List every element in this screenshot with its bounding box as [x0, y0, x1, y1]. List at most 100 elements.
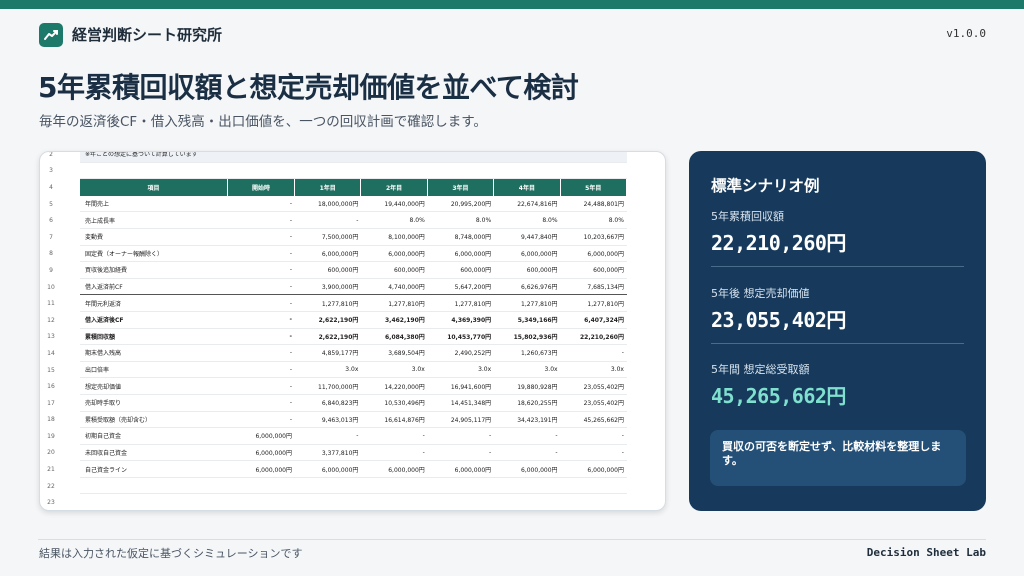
table-cell: 3,689,504円	[361, 345, 428, 362]
metric-total-value: 45,265,662円	[711, 384, 846, 408]
table-row: 8 固定費（オーナー報酬除く） -6,000,000円 6,000,000円 6,000…	[49, 246, 627, 263]
table-row: 12 借入返済後CF -2,622,190円 3,462,190円 4,369,390円…	[47, 312, 627, 329]
row-number: 10	[47, 283, 55, 291]
table-row: 10 借入返済前CF -3,900,000円 4,740,000円 5,647,200円…	[47, 279, 627, 296]
version-label: v1.0.0	[946, 27, 986, 40]
table-cell: 変動費	[80, 229, 228, 246]
table-cell: 期末借入残高	[80, 345, 228, 362]
table-row: 9 買収後追加経費 -600,000円 600,000円 600,000円 600,000…	[49, 262, 627, 279]
table-cell: 23,055,402円	[560, 395, 627, 412]
table-cell: 19,440,000円	[361, 196, 428, 213]
table-cell	[80, 163, 228, 180]
table-cell: 34,423,191円	[494, 412, 561, 429]
table-cell: 10,453,770円	[427, 329, 495, 346]
row-number: 4	[49, 183, 53, 191]
table-cell: -	[361, 445, 428, 462]
table-cell: 売却時手取り	[80, 395, 228, 412]
table-cell: 23,055,402円	[560, 378, 627, 395]
table-cell: -	[228, 412, 295, 429]
table-cell	[560, 152, 627, 163]
table-cell: 売上成長率	[80, 212, 228, 229]
table-cell: -	[494, 428, 561, 445]
table-cell: 20,995,200円	[427, 196, 495, 213]
table-cell	[428, 494, 494, 510]
table-cell: -	[228, 279, 295, 296]
table-cell: 8,100,000円	[361, 229, 428, 246]
row-number: 17	[47, 399, 55, 407]
table-cell: 5年目	[560, 179, 627, 196]
table-cell: -	[228, 262, 295, 279]
table-cell: 6,000,000円	[228, 461, 295, 478]
row-number: 3	[49, 167, 53, 175]
table-row: 16 想定売却価値 -11,700,000円 14,220,000円 16,941,60…	[47, 378, 627, 395]
table-row: 13 累積回収額 -2,622,190円 6,084,380円 10,453,770円 1…	[47, 329, 627, 346]
row-number: 11	[47, 300, 55, 308]
table-cell: -	[228, 312, 295, 329]
table-cell: -	[228, 196, 295, 213]
table-cell	[427, 152, 495, 163]
table-cell: 6,626,976円	[494, 279, 561, 296]
table-cell	[295, 152, 362, 163]
panel-divider	[711, 343, 964, 344]
table-cell: 年間元利返済	[80, 295, 228, 312]
table-cell: 6,000,000円	[560, 246, 627, 263]
table-row: 15 出口倍率 -3.0x 3.0x 3.0x 3.0x 3.0x	[47, 362, 627, 379]
table-cell: 2年目	[361, 179, 428, 196]
table-cell	[361, 494, 427, 510]
row-number: 19	[47, 432, 55, 440]
table-cell: 2,622,190円	[295, 329, 362, 346]
table-cell: 3,900,000円	[295, 279, 362, 296]
table-cell: 8.0%	[560, 212, 627, 229]
table-cell	[361, 163, 428, 180]
table-row: 19 初期自己資金 6,000,000円 - - - - -	[47, 428, 627, 445]
row-number: 2	[49, 151, 53, 158]
row-number: 8	[49, 250, 53, 258]
table-row: 21 自己資金ライン 6,000,000円 6,000,000円 6,000,000円 6…	[47, 461, 627, 478]
table-cell: 6,000,000円	[295, 461, 362, 478]
scenario-panel: 標準シナリオ例 5年累積回収額 22,210,260円 5年後 想定売却価値 2…	[689, 151, 986, 511]
table-cell: -	[560, 445, 627, 462]
metric-cumulative-value: 22,210,260円	[711, 231, 846, 255]
table-row: 7 変動費 -7,500,000円 8,100,000円 8,748,000円 9,447…	[49, 229, 627, 246]
table-cell: 18,620,255円	[494, 395, 561, 412]
table-cell: -	[427, 445, 495, 462]
table-cell: 6,000,000円	[494, 461, 561, 478]
spreadsheet-preview: 2 ※年ごとの想定に基づいて計算しています 3 4 項目 開始時 1年目 2年目 3年目 4年目 5…	[39, 151, 666, 511]
footer-disclaimer: 結果は入力された仮定に基づくシミュレーションです	[39, 547, 303, 560]
table-cell: 24,488,801円	[560, 196, 627, 213]
table-cell: 8.0%	[361, 212, 428, 229]
table-cell: 24,905,117円	[427, 412, 495, 429]
row-number: 6	[49, 217, 53, 225]
table-cell: 3.0x	[427, 362, 495, 379]
panel-title: 標準シナリオ例	[711, 177, 820, 195]
row-number: 14	[47, 349, 55, 357]
table-cell	[560, 163, 627, 180]
table-cell: 累積回収額	[80, 329, 228, 346]
table-row: 5 年間売上 -18,000,000円 19,440,000円 20,995,200円 2…	[49, 196, 627, 213]
table-cell	[494, 152, 561, 163]
page-title: 5年累積回収額と想定売却価値を並べて検討	[38, 71, 579, 104]
table-cell	[361, 152, 428, 163]
table-cell: 4年目	[494, 179, 561, 196]
table-cell	[295, 494, 361, 510]
table-cell: 16,614,876円	[361, 412, 428, 429]
table-cell: 3.0x	[295, 362, 362, 379]
table-cell: 7,685,134円	[560, 279, 627, 296]
table-cell: 5,647,200円	[427, 279, 495, 296]
table-header-row: 4 項目 開始時 1年目 2年目 3年目 4年目 5年目	[49, 179, 627, 196]
table-cell	[80, 478, 228, 495]
table-cell	[228, 478, 295, 495]
table-cell: 借入返済前CF	[80, 279, 228, 296]
table-cell: 3.0x	[361, 362, 428, 379]
table-cell: 買収後追加経費	[80, 262, 228, 279]
table-cell	[494, 478, 561, 495]
row-number: 22	[47, 482, 55, 490]
table-cell: 4,740,000円	[361, 279, 428, 296]
table-cell: 15,802,936円	[494, 329, 561, 346]
table-cell: 600,000円	[427, 262, 495, 279]
table-cell: 4,369,390円	[427, 312, 495, 329]
table-cell: 10,530,496円	[361, 395, 428, 412]
table-cell: 19,880,928円	[494, 378, 561, 395]
table-cell: 2,622,190円	[295, 312, 362, 329]
spreadsheet-grid: 2 ※年ごとの想定に基づいて計算しています 3 4 項目 開始時 1年目 2年目 3年目 4年目 5…	[47, 152, 627, 510]
